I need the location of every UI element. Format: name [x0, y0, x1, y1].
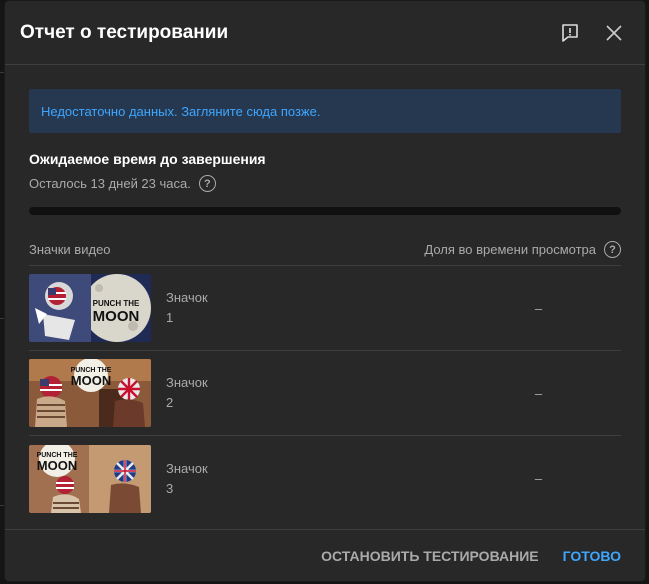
help-circle-icon[interactable]: ?	[198, 175, 216, 192]
thumbnail-image: PUNCH THE MOON	[29, 444, 151, 513]
column-watch-share: Доля во времени просмотра ?	[424, 241, 621, 258]
watch-share-value: –	[534, 385, 543, 401]
thumbnail-label-text: Значок	[166, 290, 208, 305]
thumbnail-image: PUNCH THE MOON	[29, 359, 151, 427]
thumbnail-label-text: Значок	[166, 375, 208, 390]
thumbnail-number: 3	[166, 480, 174, 496]
thumbnail-label: Значок 3	[166, 459, 256, 499]
thumbnail-label: Значок 1	[166, 288, 256, 328]
dialog-footer: ОСТАНОВИТЬ ТЕСТИРОВАНИЕ ГОТОВО	[5, 529, 645, 581]
watch-share-value: –	[534, 300, 543, 316]
thumb-title-line1: PUNCH THE	[93, 299, 140, 308]
dialog-content: Недостаточно данных. Загляните сюда позж…	[5, 65, 645, 521]
time-remaining: Осталось 13 дней 23 часа. ?	[29, 175, 621, 192]
eta-title: Ожидаемое время до завершения	[29, 151, 266, 167]
test-report-dialog: Отчет о тестировании Недостаточно данных…	[5, 1, 645, 581]
thumbnail-label-text: Значок	[166, 460, 208, 476]
thumbnail-image: PUNCH THE MOON	[29, 274, 151, 342]
insufficient-data-notice: Недостаточно данных. Загляните сюда позж…	[29, 89, 621, 133]
thumbnail-row: PUNCH THE MOON Значок 3 –	[29, 436, 621, 521]
thumbnail-row: PUNCH THE MOON Значок 2 –	[29, 351, 621, 436]
thumbnail-number: 1	[166, 310, 174, 325]
table-header: Значки видео Доля во времени просмотра ?	[29, 240, 621, 266]
report-flag-icon[interactable]	[554, 17, 586, 49]
close-icon[interactable]	[598, 17, 630, 49]
time-remaining-text: Осталось 13 дней 23 часа.	[29, 176, 191, 191]
dialog-title: Отчет о тестировании	[20, 21, 229, 43]
column-watch-share-label: Доля во времени просмотра	[424, 242, 596, 257]
thumbnail-number: 2	[166, 395, 174, 410]
thumb-title-line2: MOON	[71, 373, 111, 388]
help-circle-icon[interactable]: ?	[604, 241, 621, 258]
dialog-header: Отчет о тестировании	[5, 1, 645, 65]
watch-share-value: –	[534, 471, 543, 486]
done-button[interactable]: ГОТОВО	[563, 548, 621, 564]
test-progress-bar	[29, 207, 621, 215]
stop-test-button[interactable]: ОСТАНОВИТЬ ТЕСТИРОВАНИЕ	[321, 548, 538, 564]
thumb-title-line2: MOON	[37, 458, 77, 473]
thumbnail-row: PUNCH THE MOON Значок 1 –	[29, 266, 621, 351]
column-thumbnails: Значки видео	[29, 242, 111, 257]
thumb-title-line2: MOON	[93, 308, 140, 325]
thumbnail-label: Значок 2	[166, 373, 256, 413]
